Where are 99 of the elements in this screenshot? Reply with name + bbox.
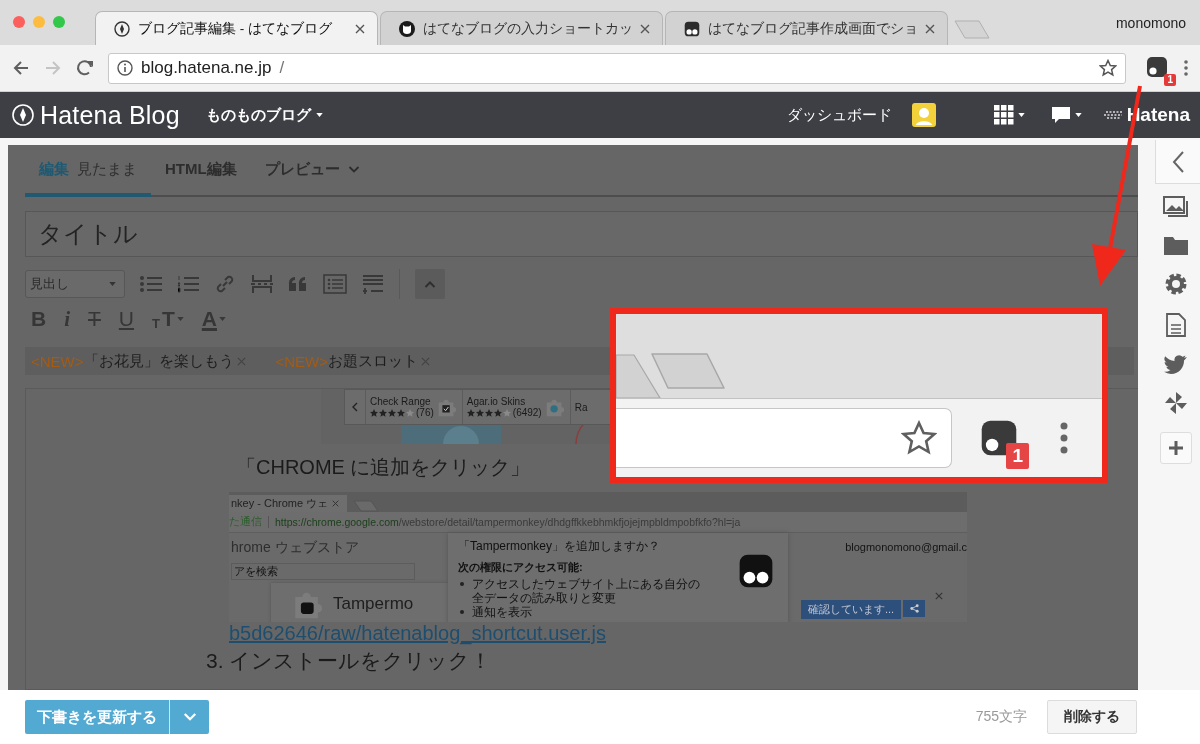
pinwheel-icon[interactable]: [1164, 391, 1188, 415]
browser-tab[interactable]: はてなブログ記事作成画面でショ: [665, 11, 948, 45]
share-button[interactable]: [903, 600, 925, 617]
logo-text: Hatena Blog: [40, 100, 180, 130]
hatena-mark-icon: [1103, 109, 1124, 121]
caret-icon: [218, 317, 226, 321]
document-icon[interactable]: [1166, 313, 1186, 337]
badge: 1: [1164, 74, 1176, 86]
extension-name: Agar.io Skins: [466, 396, 527, 407]
caption-text: 「CHROME に追加をクリック」: [236, 455, 531, 480]
menu-icon[interactable]: [1060, 422, 1068, 454]
bulleted-list-icon[interactable]: [140, 275, 162, 293]
extension-name: Ra: [574, 401, 588, 413]
save-draft-button[interactable]: 下書きを更新する: [25, 700, 169, 734]
monkey-face-icon: [738, 553, 774, 589]
plus-icon: [1169, 441, 1183, 455]
address-bar[interactable]: blog.hatena.ne.jp /: [108, 52, 1126, 84]
bird-icon[interactable]: [1164, 354, 1188, 374]
caret-icon: [109, 282, 116, 286]
quote-icon[interactable]: [288, 276, 308, 292]
collapse-sidebar-button[interactable]: [1155, 140, 1200, 184]
url-host: blog.hatena.ne.jp: [141, 58, 272, 78]
heading-select[interactable]: 見出し: [25, 270, 125, 298]
apps-menu[interactable]: [993, 105, 1025, 125]
dashboard-link[interactable]: ダッシュボード: [786, 105, 892, 125]
title-field[interactable]: タイトル: [25, 211, 1138, 257]
monkey-face-icon: [684, 20, 700, 37]
share-icon: [909, 604, 919, 613]
secure-label: た通信: [229, 515, 262, 529]
caret-icon: [176, 317, 184, 321]
bullet-icon: [460, 610, 464, 614]
checking-button[interactable]: 確認しています...: [801, 600, 901, 619]
rating-count: (6492): [512, 407, 542, 418]
save-options-button[interactable]: [169, 700, 209, 734]
menu-icon[interactable]: [1184, 60, 1188, 76]
info-icon: [117, 60, 133, 76]
numbered-list-icon[interactable]: [177, 275, 199, 293]
chevron-down-icon: [347, 165, 360, 174]
character-count: 755文字: [975, 708, 1027, 726]
close-icon[interactable]: [355, 23, 365, 34]
bookmark-star-icon[interactable]: [1099, 59, 1117, 77]
url-host: https://chrome.google.com: [275, 516, 399, 528]
tab-shape-icon: [616, 354, 662, 398]
folder-icon[interactable]: [1164, 235, 1188, 255]
avatar[interactable]: [911, 103, 936, 127]
url-path: /: [279, 58, 286, 78]
search-field[interactable]: アを検索: [231, 563, 415, 580]
notice-text[interactable]: お題スロット: [328, 351, 419, 371]
account-email: blogmonomono@gmail.c: [845, 541, 967, 555]
permissions-heading: 次の権限にアクセス可能:: [458, 560, 584, 575]
caret-icon: [1074, 113, 1082, 117]
pen-nib-icon: [114, 20, 130, 37]
images-icon[interactable]: [1163, 196, 1189, 218]
browser-tab[interactable]: nkey - Chrome ウェ: [229, 495, 347, 512]
more-lines-icon[interactable]: [362, 274, 384, 294]
browser-tab[interactable]: はてなブログの入力ショートカッ: [380, 11, 663, 45]
extension-icon: [1146, 56, 1168, 78]
badge: 1: [1006, 443, 1029, 469]
chevron-down-icon: [182, 712, 197, 722]
speech-bubble-icon: [1050, 106, 1071, 124]
chevron-left-icon: [1172, 150, 1184, 173]
page-break-icon[interactable]: [251, 274, 273, 294]
close-window-button[interactable]: [13, 15, 25, 28]
permission-text: 通知を表示: [472, 605, 532, 619]
settings-icon[interactable]: [1164, 272, 1188, 296]
list-box-icon[interactable]: [323, 274, 347, 294]
notifications-menu[interactable]: [1050, 106, 1082, 124]
caret-icon: [315, 113, 323, 117]
close-icon[interactable]: [640, 23, 650, 34]
script-link[interactable]: b5d62646/raw/hatenablog_shortcut.user.js: [229, 622, 1138, 645]
caret-icon: [1017, 113, 1025, 117]
editor-tab[interactable]: プレビュー: [250, 160, 374, 197]
bullet-icon: [460, 582, 464, 586]
notice-text[interactable]: 「お花見」を楽しもう: [83, 351, 234, 371]
grid-icon: [993, 105, 1014, 125]
link-icon[interactable]: [214, 273, 236, 295]
browser-tab[interactable]: ブログ記事編集 - はてなブログ: [95, 11, 378, 45]
blog-menu[interactable]: ものものブログ: [205, 105, 323, 125]
dialog-title: 「Tampermonkey」を追加しますか？: [458, 538, 662, 555]
chevron-up-icon: [424, 280, 436, 288]
bookmark-star-icon[interactable]: [901, 420, 937, 456]
rating-count: (76): [416, 407, 434, 418]
close-icon[interactable]: [925, 23, 935, 34]
delete-button[interactable]: 削除する: [1047, 700, 1137, 734]
add-button[interactable]: [1160, 432, 1192, 464]
step-text: 3. インストールをクリック！: [206, 648, 493, 674]
reload-icon[interactable]: [76, 59, 94, 77]
new-tab-button[interactable]: [650, 352, 726, 390]
permission-text: アクセスしたウェブサイト上にある自分の全データの読み取りと変更: [472, 577, 701, 605]
editor-tab[interactable]: HTML編集: [151, 160, 251, 197]
notice-tag: <NEW>: [275, 352, 329, 370]
extension-name: Tampermo: [333, 594, 414, 614]
back-icon[interactable]: [12, 59, 30, 77]
cat-silhouette-icon: [399, 20, 415, 37]
pen-nib-icon: [12, 104, 34, 126]
extension-name: Check Range: [370, 396, 432, 407]
chevron-left-icon[interactable]: [352, 402, 358, 412]
profile-name: monomono: [1115, 14, 1187, 31]
notice-tag: <NEW>: [31, 352, 84, 370]
